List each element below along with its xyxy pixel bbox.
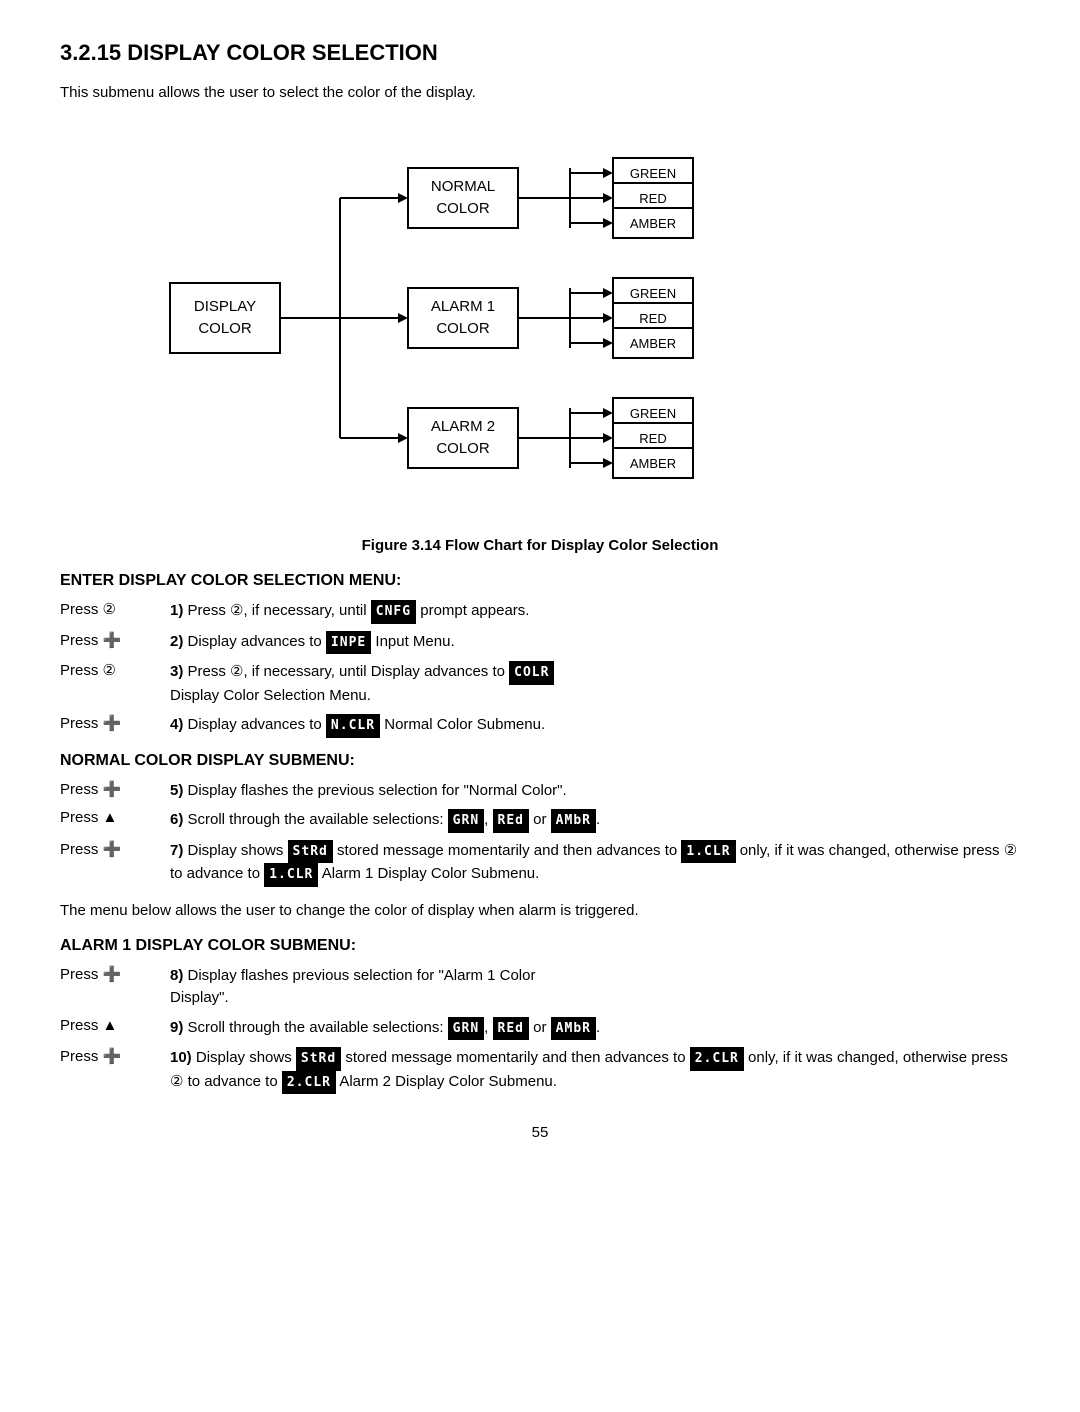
lcd-inpe: INPE	[326, 631, 371, 655]
lcd-strd1: StRd	[288, 840, 333, 864]
svg-text:GREEN: GREEN	[630, 166, 676, 181]
svg-text:COLOR: COLOR	[436, 320, 490, 337]
lcd-1clr2: 1.CLR	[264, 863, 318, 887]
step-2-content: 2) Display advances to INPE Input Menu.	[170, 631, 455, 655]
lcd-2clr2: 2.CLR	[282, 1071, 336, 1095]
step-10-row: Press ➕ 10) Display shows StRd stored me…	[60, 1047, 1020, 1094]
intro-text: This submenu allows the user to select t…	[60, 84, 1020, 101]
page-number: 55	[60, 1124, 1020, 1141]
step-4-content: 4) Display advances to N.CLR Normal Colo…	[170, 714, 545, 738]
svg-text:GREEN: GREEN	[630, 406, 676, 421]
lcd-1clr1: 1.CLR	[681, 840, 735, 864]
svg-text:AMBER: AMBER	[630, 336, 676, 351]
figure-caption: Figure 3.14 Flow Chart for Display Color…	[60, 537, 1020, 554]
lcd-ambr1: AMbR	[551, 809, 596, 833]
svg-text:RED: RED	[639, 191, 666, 206]
svg-text:GREEN: GREEN	[630, 286, 676, 301]
step-10-press: Press ➕	[60, 1047, 170, 1065]
lcd-nclr: N.CLR	[326, 714, 380, 738]
svg-text:NORMAL: NORMAL	[431, 178, 495, 195]
step-5-row: Press ➕ 5) Display flashes the previous …	[60, 780, 1020, 803]
lcd-ambr2: AMbR	[551, 1017, 596, 1041]
page-title: 3.2.15 DISPLAY COLOR SELECTION	[60, 40, 1020, 66]
step-8-press: Press ➕	[60, 965, 170, 983]
svg-text:RED: RED	[639, 431, 666, 446]
section-alarm1-color: ALARM 1 DISPLAY COLOR SUBMENU:	[60, 937, 1020, 955]
enter-display-steps: Press ② 1) Press ②, if necessary, until …	[60, 600, 1020, 738]
svg-text:COLOR: COLOR	[436, 440, 490, 457]
svg-text:AMBER: AMBER	[630, 456, 676, 471]
step-4-press: Press ➕	[60, 714, 170, 732]
step-6-content: 6) Scroll through the available selectio…	[170, 809, 600, 833]
step-8-row: Press ➕ 8) Display flashes previous sele…	[60, 965, 1020, 1010]
step-1-press: Press ②	[60, 600, 170, 618]
step-8-content: 8) Display flashes previous selection fo…	[170, 965, 535, 1010]
step-1-row: Press ② 1) Press ②, if necessary, until …	[60, 600, 1020, 624]
step-5-content: 5) Display flashes the previous selectio…	[170, 780, 567, 803]
step-3-content: 3) Press ②, if necessary, until Display …	[170, 661, 554, 707]
svg-text:COLOR: COLOR	[198, 320, 252, 337]
normal-color-steps: Press ➕ 5) Display flashes the previous …	[60, 780, 1020, 887]
svg-text:AMBER: AMBER	[630, 216, 676, 231]
lcd-2clr1: 2.CLR	[690, 1047, 744, 1071]
step-7-row: Press ➕ 7) Display shows StRd stored mes…	[60, 840, 1020, 887]
step-9-press: Press ▲	[60, 1017, 170, 1034]
step-7-press: Press ➕	[60, 840, 170, 858]
step-9-row: Press ▲ 9) Scroll through the available …	[60, 1017, 1020, 1041]
svg-text:RED: RED	[639, 311, 666, 326]
step-1-content: 1) Press ②, if necessary, until CNFG pro…	[170, 600, 529, 624]
section-enter-display: ENTER DISPLAY COLOR SELECTION MENU:	[60, 572, 1020, 590]
alarm-paragraph: The menu below allows the user to change…	[60, 899, 1020, 923]
flow-chart: DISPLAY COLOR NORMAL COLOR GREEN RED AMB…	[150, 123, 930, 523]
svg-text:COLOR: COLOR	[436, 200, 490, 217]
lcd-grn2: GRN	[448, 1017, 484, 1041]
step-5-press: Press ➕	[60, 780, 170, 798]
svg-text:DISPLAY: DISPLAY	[194, 298, 256, 315]
lcd-red1: REd	[493, 809, 529, 833]
lcd-cnfg: CNFG	[371, 600, 416, 624]
lcd-strd2: StRd	[296, 1047, 341, 1071]
lcd-grn1: GRN	[448, 809, 484, 833]
step-4-row: Press ➕ 4) Display advances to N.CLR Nor…	[60, 714, 1020, 738]
step-6-row: Press ▲ 6) Scroll through the available …	[60, 809, 1020, 833]
step-10-content: 10) Display shows StRd stored message mo…	[170, 1047, 1020, 1094]
step-3-press: Press ②	[60, 661, 170, 679]
step-6-press: Press ▲	[60, 809, 170, 826]
svg-text:ALARM 2: ALARM 2	[431, 418, 495, 435]
step-2-press: Press ➕	[60, 631, 170, 649]
step-7-content: 7) Display shows StRd stored message mom…	[170, 840, 1020, 887]
lcd-red2: REd	[493, 1017, 529, 1041]
lcd-colr: COLR	[509, 661, 554, 685]
alarm1-color-steps: Press ➕ 8) Display flashes previous sele…	[60, 965, 1020, 1095]
step-2-row: Press ➕ 2) Display advances to INPE Inpu…	[60, 631, 1020, 655]
svg-text:ALARM 1: ALARM 1	[431, 298, 495, 315]
step-3-row: Press ② 3) Press ②, if necessary, until …	[60, 661, 1020, 707]
step-9-content: 9) Scroll through the available selectio…	[170, 1017, 600, 1041]
section-normal-color: NORMAL COLOR DISPLAY SUBMENU:	[60, 752, 1020, 770]
